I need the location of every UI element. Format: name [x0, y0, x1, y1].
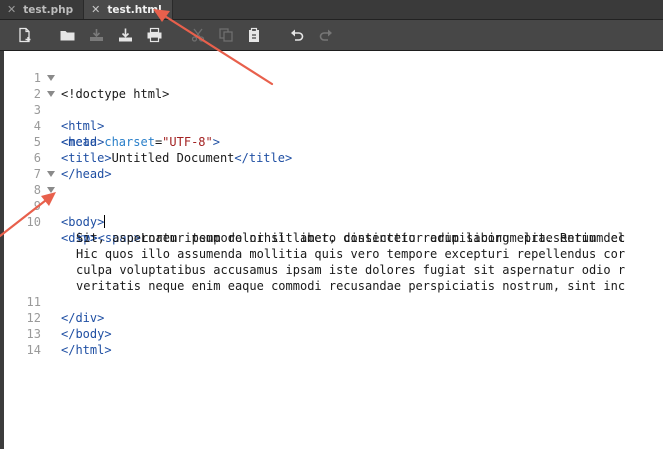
tab-label: test.html — [107, 3, 162, 16]
code-line-wrap: Sit, aspernatur tempore nihil libero dis… — [4, 214, 663, 245]
code-text: </html> — [61, 343, 112, 357]
open-folder-icon — [60, 31, 74, 41]
code-line-wrap: veritatis neque enim eaque commodi recus… — [4, 262, 663, 293]
line-number: 14 — [26, 343, 41, 357]
close-icon[interactable]: ✕ — [91, 3, 100, 16]
code-line: 8 <body> — [4, 166, 663, 229]
save-disabled-icon — [89, 29, 103, 41]
fold-arrow-icon[interactable] — [46, 182, 56, 198]
tab-bar: ✕ test.php ✕ test.html — [0, 0, 663, 20]
code-line: 1 <!doctype html> — [4, 54, 663, 101]
open-button[interactable] — [57, 25, 77, 45]
redo-button[interactable] — [316, 25, 336, 45]
code-editor[interactable]: 1 <!doctype html> 2 <html> 3 <head> 4 <m… — [0, 51, 663, 449]
code-area[interactable]: 1 <!doctype html> 2 <html> 3 <head> 4 <m… — [4, 54, 663, 357]
code-line: 13 </html> — [4, 310, 663, 357]
code-line: 3 <head> — [4, 86, 663, 149]
save-disabled-button[interactable] — [86, 25, 106, 45]
code-line-wrap: Hic quos illo assumenda mollitia quis ve… — [4, 230, 663, 261]
copy-button[interactable] — [216, 25, 236, 45]
code-line: 4 <meta charset="UTF-8"> — [4, 102, 663, 149]
code-line: 14 — [4, 326, 663, 357]
code-line: 5 <title>Untitled Document</title> — [4, 118, 663, 165]
code-line: 6 </head> — [4, 134, 663, 181]
code-line-wrap: culpa voluptatibus accusamus ipsam iste … — [4, 246, 663, 277]
print-icon — [147, 27, 161, 43]
undo-button[interactable] — [287, 25, 307, 45]
code-line: 2 <html> — [4, 70, 663, 133]
fold-arrow-icon[interactable] — [46, 86, 56, 102]
paste-button[interactable] — [244, 25, 264, 45]
save-button[interactable] — [115, 25, 135, 45]
code-line: 10 <p><span>Lorem ipsum dolor sit amet, … — [4, 198, 663, 245]
fold-arrow-icon[interactable] — [46, 70, 56, 86]
save-icon — [118, 28, 132, 42]
copy-disabled-icon — [219, 28, 233, 42]
cut-button[interactable] — [188, 25, 208, 45]
paste-icon — [249, 27, 259, 42]
redo-disabled-icon — [319, 29, 332, 41]
tab-test-php[interactable]: ✕ test.php — [0, 0, 85, 19]
code-line: 12 </body> — [4, 294, 663, 341]
code-line: 11 </div> — [4, 278, 663, 325]
fold-arrow-icon[interactable] — [46, 166, 56, 182]
code-line: 9 <div> — [4, 182, 663, 245]
new-file-button[interactable] — [15, 25, 35, 45]
tab-label: test.php — [23, 3, 74, 16]
toolbar — [0, 20, 663, 51]
print-button[interactable] — [144, 25, 164, 45]
tab-test-html[interactable]: ✕ test.html — [84, 0, 173, 19]
cut-disabled-icon — [191, 28, 205, 42]
undo-icon — [291, 29, 304, 41]
code-line: 7 — [4, 150, 663, 181]
new-file-icon — [19, 27, 31, 43]
close-icon[interactable]: ✕ — [7, 3, 16, 16]
